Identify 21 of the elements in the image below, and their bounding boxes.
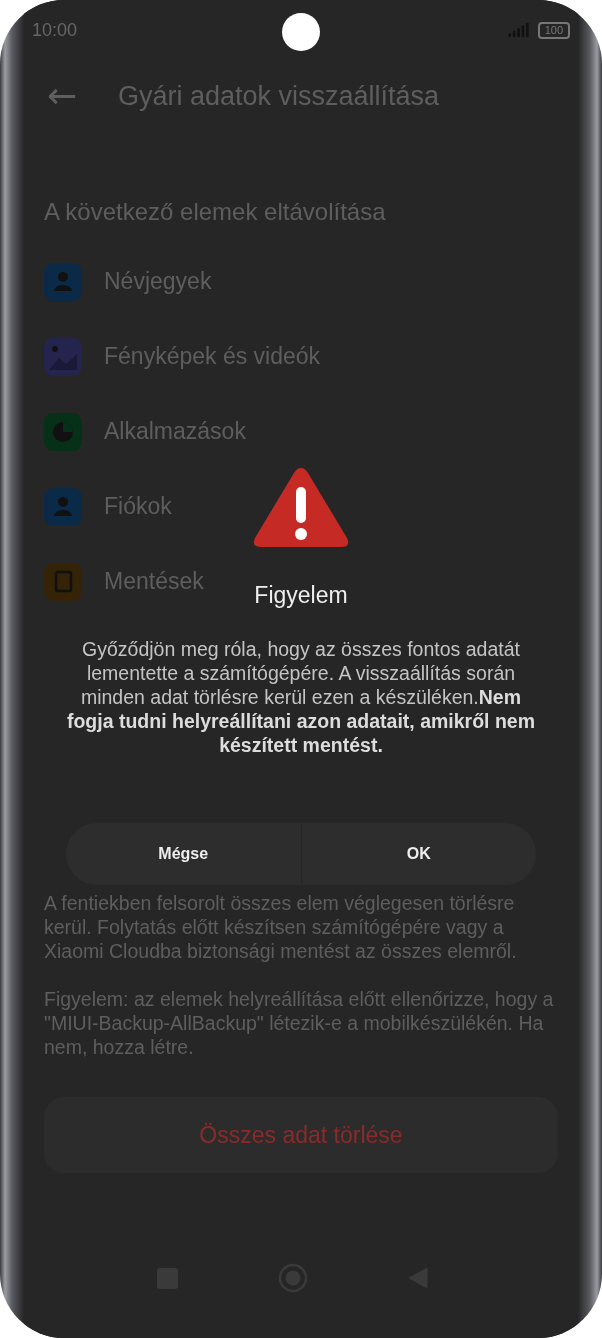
section-title: A következő elemek eltávolítása [44,198,387,227]
cancel-button[interactable]: Mégse [66,823,301,885]
category-icon [44,412,82,451]
page-title: Gyári adatok visszaállítása [118,80,440,112]
item-label: Fényképek és videók [104,343,321,370]
info-paragraph: A fentiekben felsorolt összes elem véglegesen törlésre kerül. Folytatás előtt készítsen számítógépére vagy a Xiaomi Cloudba biztonsági mentést az összes elemről. [44,891,518,963]
camera-hole [282,13,320,51]
category-icon [44,487,82,526]
item-label: Alkalmazások [104,418,246,445]
status-time: 10:00 [32,19,78,41]
dialog-message: Győződjön meg róla, hogy az összes fontos adatát lementette a számítógépére. A visszaállítás során minden adat törlésre kerül ezen a készüléken.Nem fogja tudni helyreállítani azon adatait, amikről nem készített mentést. [65,637,537,757]
info-paragraph: Figyelem: az elemek helyreállítása előtt ellenőrizze, hogy a "MIUI-Backup-AllBackup" létezik-e a mobilkészülékén. Ha nem, hozza létre. [44,987,555,1059]
item-label: Névjegyek [104,268,212,295]
item-label: Mentések [104,568,204,595]
battery-indicator: 100 [537,21,570,39]
dialog-title: Figyelem [254,582,348,609]
ok-button[interactable]: OK [301,823,536,885]
category-icon [44,262,82,301]
category-icon [44,337,82,376]
category-icon [44,562,82,601]
item-label: Fiókok [104,493,172,520]
